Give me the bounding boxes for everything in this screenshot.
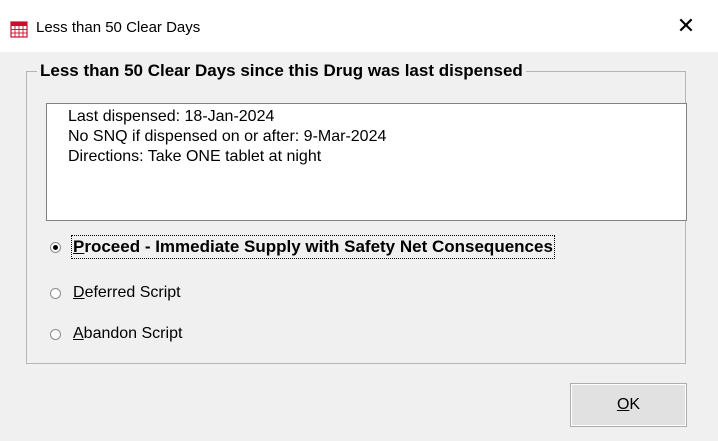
option-deferred-script[interactable]: Deferred Script bbox=[50, 281, 181, 305]
abandon-label[interactable]: Abandon Script bbox=[73, 324, 182, 344]
deferred-mnemonic: D bbox=[73, 284, 85, 301]
calendar-icon bbox=[10, 20, 28, 38]
proceed-radio[interactable] bbox=[50, 241, 61, 253]
option-abandon-script[interactable]: Abandon Script bbox=[50, 322, 182, 346]
last-dispensed-text: Last dispensed: 18-Jan-2024 bbox=[68, 108, 275, 125]
proceed-label-rest: roceed - Immediate Supply with Safety Ne… bbox=[84, 237, 553, 256]
ok-label: OK bbox=[617, 396, 640, 414]
abandon-label-rest: bandon Script bbox=[83, 325, 183, 342]
window-title: Less than 50 Clear Days bbox=[36, 19, 201, 36]
dispense-info-box: Last dispensed: 18-Jan-2024 No SNQ if di… bbox=[46, 103, 687, 221]
deferred-label[interactable]: Deferred Script bbox=[73, 283, 181, 303]
directions-text: Directions: Take ONE tablet at night bbox=[68, 148, 322, 165]
ok-button[interactable]: OK bbox=[570, 383, 687, 427]
group-legend: Less than 50 Clear Days since this Drug … bbox=[37, 61, 526, 81]
option-proceed-immediate-supply[interactable]: Proceed - Immediate Supply with Safety N… bbox=[50, 235, 555, 259]
deferred-label-rest: eferred Script bbox=[84, 284, 181, 301]
ok-label-rest: K bbox=[629, 396, 641, 413]
close-button[interactable]: ✕ bbox=[660, 6, 712, 46]
title-bar: Less than 50 Clear Days ✕ bbox=[0, 0, 718, 52]
ok-mnemonic: O bbox=[616, 396, 630, 413]
abandon-radio[interactable] bbox=[50, 328, 61, 340]
close-icon: ✕ bbox=[676, 13, 696, 38]
abandon-mnemonic: A bbox=[73, 325, 84, 342]
no-snq-date-text: No SNQ if dispensed on or after: 9-Mar-2… bbox=[68, 128, 387, 145]
proceed-mnemonic: P bbox=[73, 237, 85, 256]
deferred-radio[interactable] bbox=[50, 287, 61, 299]
proceed-label[interactable]: Proceed - Immediate Supply with Safety N… bbox=[71, 235, 555, 259]
